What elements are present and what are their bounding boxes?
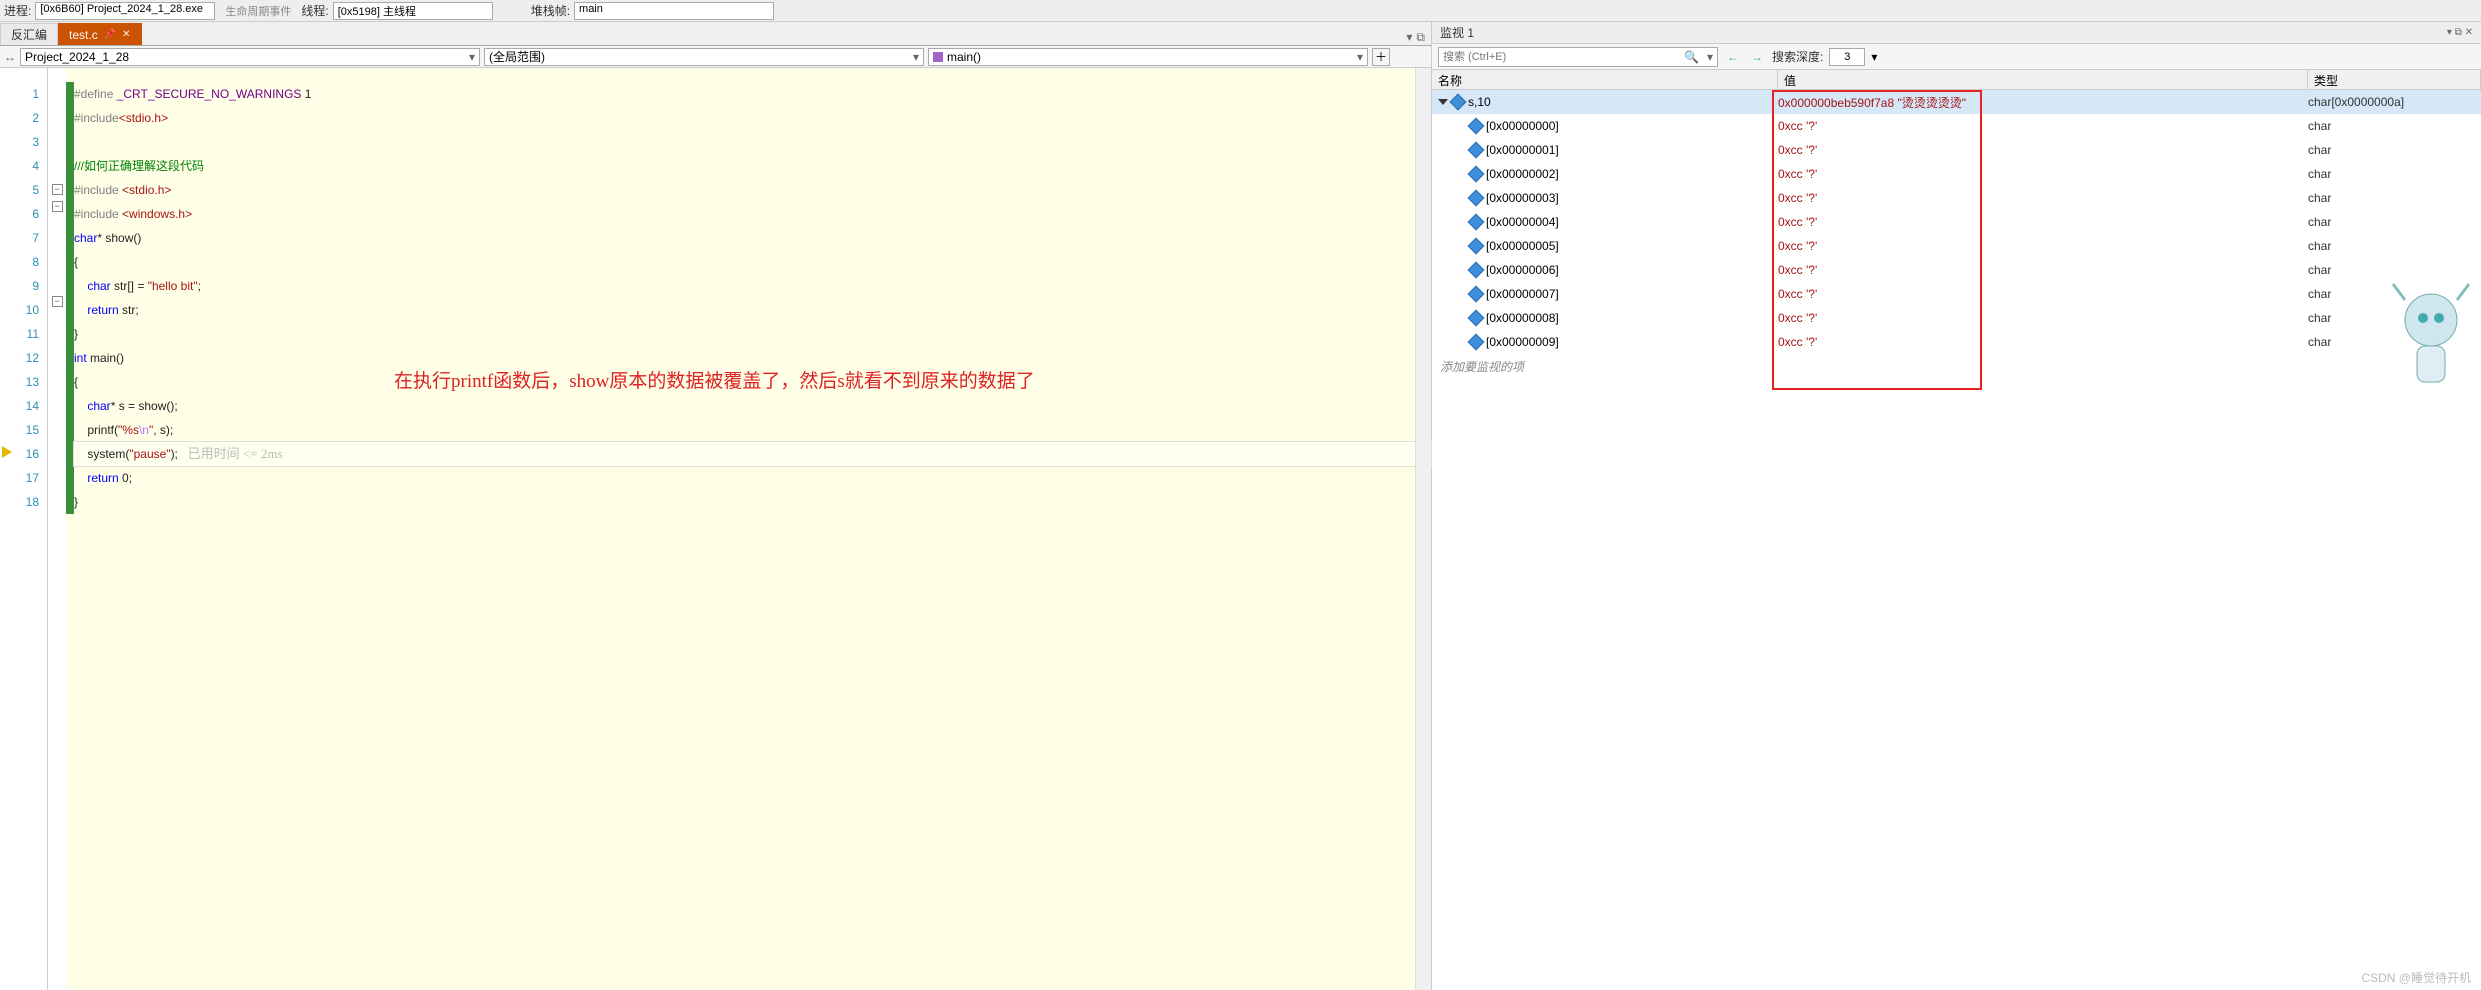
close-icon[interactable]: ✕: [122, 29, 130, 40]
add-watch-prompt[interactable]: 添加要监视的项: [1432, 354, 2481, 378]
watch-row[interactable]: [0x00000004]0xcc '?'char: [1432, 210, 2481, 234]
perf-hint: 已用时间 <= 2ms: [178, 446, 283, 461]
fold-toggle[interactable]: −: [52, 201, 63, 212]
expand-icon[interactable]: [1438, 99, 1448, 105]
panel-menu-icon[interactable]: ▾ ⧉ ✕: [2447, 27, 2473, 38]
depth-dropdown-icon[interactable]: ▾: [1871, 50, 1877, 64]
watch-body: s,10 0x000000beb590f7a8 "烫烫烫烫烫" char[0x0…: [1432, 90, 2481, 990]
split-plus-icon[interactable]: ＋: [1372, 48, 1390, 66]
pin-icon[interactable]: 📌: [104, 29, 116, 40]
nav-back-icon[interactable]: ↔: [4, 50, 16, 64]
change-bar: [66, 82, 74, 514]
search-input[interactable]: [1439, 51, 1680, 63]
watch-column-headers: 名称 值 类型: [1432, 70, 2481, 90]
watch-row[interactable]: [0x00000001]0xcc '?'char: [1432, 138, 2481, 162]
tab-test-c[interactable]: test.c 📌 ✕: [58, 23, 142, 45]
current-line-arrow-icon: [2, 446, 12, 458]
var-icon: [1468, 214, 1485, 231]
var-icon: [1468, 142, 1485, 159]
watch-row[interactable]: [0x00000000]0xcc '?'char: [1432, 114, 2481, 138]
watch-row-root[interactable]: s,10 0x000000beb590f7a8 "烫烫烫烫烫" char[0x0…: [1432, 90, 2481, 114]
watch-row[interactable]: [0x00000009]0xcc '?'char: [1432, 330, 2481, 354]
var-icon: [1468, 118, 1485, 135]
stackframe-label: 堆栈帧:: [531, 2, 570, 19]
col-header-type[interactable]: 类型: [2308, 70, 2481, 89]
clear-icon[interactable]: ▾: [1703, 50, 1717, 64]
thread-label: 线程:: [301, 2, 328, 19]
watch-search-box[interactable]: 🔍 ▾: [1438, 47, 1718, 67]
window-icon[interactable]: ⧉: [1416, 30, 1425, 45]
depth-label: 搜索深度:: [1772, 48, 1823, 65]
col-header-value[interactable]: 值: [1778, 70, 2308, 89]
mascot-image: [2387, 280, 2475, 410]
watch-panel-header: 监视 1 ▾ ⧉ ✕: [1432, 22, 2481, 44]
fold-toggle[interactable]: −: [52, 184, 63, 195]
project-scope-combo[interactable]: Project_2024_1_28▾: [20, 48, 480, 66]
document-tabs: 反汇编 test.c 📌 ✕ ▾ ⧉: [0, 22, 1431, 46]
code-editor[interactable]: 123456789 101112131415161718 − − − #defi…: [0, 68, 1431, 990]
watch-row[interactable]: [0x00000006]0xcc '?'char: [1432, 258, 2481, 282]
process-label: 进程:: [4, 2, 31, 19]
filter-combo[interactable]: (全局范围)▾: [484, 48, 924, 66]
var-icon: [1468, 286, 1485, 303]
tab-disassembly[interactable]: 反汇编: [0, 23, 58, 45]
watch-row[interactable]: [0x00000005]0xcc '?'char: [1432, 234, 2481, 258]
watch-row[interactable]: [0x00000007]0xcc '?'char: [1432, 282, 2481, 306]
var-icon: [1468, 334, 1485, 351]
watermark: CSDN @睡觉待开机: [2361, 969, 2471, 986]
vertical-scrollbar[interactable]: [1415, 68, 1431, 990]
var-icon: [1468, 190, 1485, 207]
tab-label: test.c: [69, 28, 98, 42]
var-icon: [1450, 94, 1467, 111]
var-icon: [1468, 166, 1485, 183]
dropdown-icon[interactable]: ▾: [1406, 30, 1412, 45]
nav-prev-icon[interactable]: ←: [1724, 48, 1742, 66]
fold-gutter: − − −: [48, 68, 66, 990]
function-combo[interactable]: main()▾: [928, 48, 1368, 66]
debug-toolbar: 进程: [0x6B60] Project_2024_1_28.exe 生命周期事…: [0, 0, 2481, 22]
col-header-name[interactable]: 名称: [1432, 70, 1778, 89]
var-icon: [1468, 310, 1485, 327]
stackframe-combo[interactable]: main: [574, 2, 774, 20]
line-number-gutter: 123456789 101112131415161718: [0, 68, 48, 990]
fold-toggle[interactable]: −: [52, 296, 63, 307]
watch-toolbar: 🔍 ▾ ← → 搜索深度: 3 ▾: [1432, 44, 2481, 70]
nav-next-icon[interactable]: →: [1748, 48, 1766, 66]
code-nav-bar: ↔ Project_2024_1_28▾ (全局范围)▾ main()▾ ＋: [0, 46, 1431, 68]
watch-row[interactable]: [0x00000008]0xcc '?'char: [1432, 306, 2481, 330]
cube-icon: [933, 52, 943, 62]
process-combo[interactable]: [0x6B60] Project_2024_1_28.exe: [35, 2, 215, 20]
thread-combo[interactable]: [0x5198] 主线程: [333, 2, 493, 20]
watch-title: 监视 1: [1440, 24, 1474, 41]
watch-row[interactable]: [0x00000002]0xcc '?'char: [1432, 162, 2481, 186]
depth-input[interactable]: 3: [1829, 48, 1865, 66]
var-icon: [1468, 238, 1485, 255]
var-icon: [1468, 262, 1485, 279]
watch-row[interactable]: [0x00000003]0xcc '?'char: [1432, 186, 2481, 210]
lifecycle-events-button[interactable]: 生命周期事件: [219, 2, 297, 20]
search-icon[interactable]: 🔍: [1680, 50, 1703, 64]
